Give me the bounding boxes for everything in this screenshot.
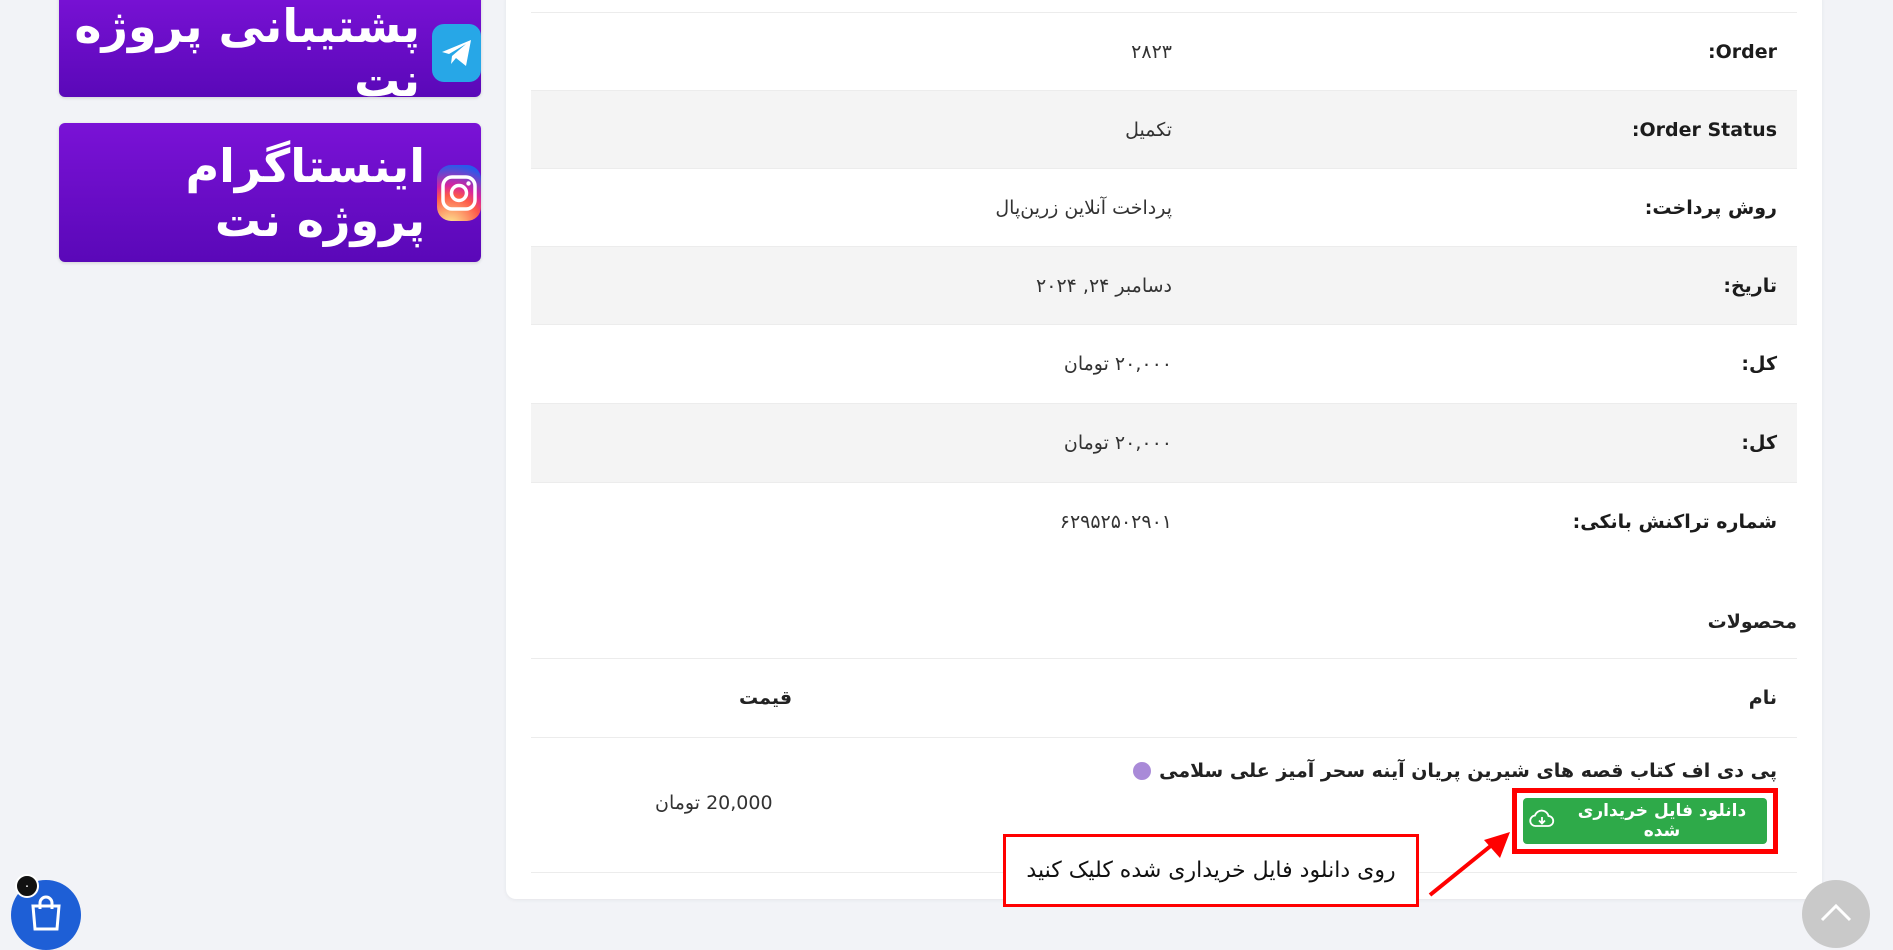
order-number-label: Order: (1708, 41, 1777, 63)
instruction-callout-text: روی دانلود فایل خریداری شده کلیک کنید (1026, 858, 1396, 883)
telegram-icon (432, 23, 481, 82)
download-purchased-file-button[interactable]: دانلود فایل خریداری شده (1523, 798, 1767, 844)
transaction-id-label: شماره تراکنش بانکی: (1572, 511, 1777, 533)
download-button-label: دانلود فایل خریداری شده (1577, 801, 1747, 841)
payment-method-value: پرداخت آنلاین زرین‌پال (995, 197, 1172, 219)
chevron-up-icon (1819, 901, 1853, 927)
instagram-icon (436, 164, 481, 221)
instagram-banner-text: اینستاگرام پروژه نت (185, 138, 426, 247)
order-date-value: دسامبر ۲۴, ۲۰۲۴ (1036, 275, 1172, 297)
telegram-support-banner[interactable]: پشتیبانی پروژه نت (59, 0, 481, 97)
transaction-id-value: ۶۲۹۵۲۵۰۲۹۰۱ (1059, 511, 1172, 533)
order-row-payment-method: روش پرداخت: پرداخت آنلاین زرین‌پال (531, 168, 1797, 247)
cloud-download-icon (1529, 809, 1555, 834)
payment-method-label: روش پرداخت: (1644, 197, 1777, 219)
order-row-transaction: شماره تراکنش بانکی: ۶۲۹۵۲۵۰۲۹۰۱ (531, 482, 1797, 561)
product-variant-dot-icon (1133, 762, 1152, 780)
order-date-label: تاریخ: (1723, 275, 1777, 297)
order-status-value: تکمیل (1125, 119, 1172, 141)
order-number-value: ۲۸۲۳ (1131, 41, 1172, 63)
instruction-arrow-icon (1428, 832, 1510, 897)
column-name-header: نام (1748, 687, 1777, 709)
column-price-header: قیمت (739, 687, 793, 709)
total-label: کل: (1741, 432, 1777, 454)
order-row-status: Order Status: تکمیل (531, 90, 1797, 169)
product-name-text: پی دی اف کتاب قصه های شیرین پریان آینه س… (1159, 760, 1777, 782)
products-table-header: نام قیمت (531, 658, 1797, 737)
shopping-bag-icon (28, 894, 64, 936)
scroll-to-top-button[interactable] (1802, 880, 1870, 948)
order-row-number: Order: ۲۸۲۳ (531, 12, 1797, 91)
subtotal-value: ۲۰,۰۰۰ تومان (1063, 353, 1172, 375)
product-price: 20,000 تومان (655, 792, 773, 814)
product-name: پی دی اف کتاب قصه های شیرین پریان آینه س… (1133, 760, 1777, 782)
order-row-subtotal: کل: ۲۰,۰۰۰ تومان (531, 324, 1797, 403)
order-row-total: کل: ۲۰,۰۰۰ تومان (531, 403, 1797, 482)
order-status-label: Order Status: (1631, 119, 1777, 141)
instruction-callout: روی دانلود فایل خریداری شده کلیک کنید (1003, 834, 1419, 907)
products-section-title: محصولات (531, 583, 1797, 661)
subtotal-label: کل: (1741, 353, 1777, 375)
telegram-banner-text: پشتیبانی پروژه نت (74, 0, 421, 97)
instagram-banner[interactable]: اینستاگرام پروژه نت (59, 123, 481, 262)
total-value: ۲۰,۰۰۰ تومان (1063, 432, 1172, 454)
cart-count-badge: ۰ (15, 874, 39, 898)
order-row-date: تاریخ: دسامبر ۲۴, ۲۰۲۴ (531, 246, 1797, 325)
products-title-text: محصولات (1707, 611, 1797, 633)
